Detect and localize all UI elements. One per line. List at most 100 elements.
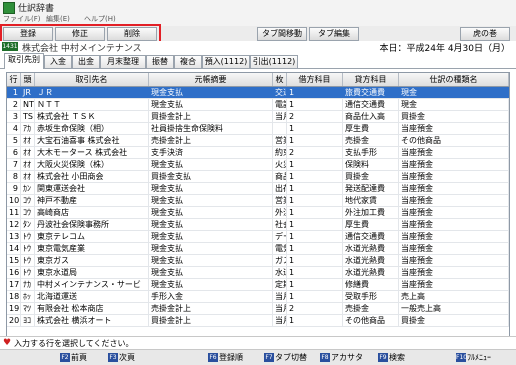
table-row[interactable]: 20ﾖｺ株式会社 横浜オート買掛金計上当月仕入高1その他商品買掛金 — [7, 315, 509, 327]
table-row[interactable]: 6ｵｵ大木モータース 株式会社支手決済約束手形2支払手形当座預金 — [7, 147, 509, 159]
col-type: 仕訳の種類名 — [399, 73, 509, 86]
table-row[interactable]: 11ｺｳ高崎商店現金支払外注加工費1外注加工費当座預金 — [7, 207, 509, 219]
cell-row: 12 — [9, 219, 21, 230]
cell-head: ﾄｳ — [21, 231, 35, 242]
cell-head: ｵｵ — [21, 147, 35, 158]
cell-head: ｵｵ — [21, 171, 35, 182]
function-key-bar: F2 前頁 F3 次頁 F6 登録順 F7 タブ切替 F8 アカサタ F9 検索 F10ﾌﾙ… — [0, 349, 516, 365]
fkey-prev-page[interactable]: F2 前頁 — [60, 352, 87, 363]
table-row[interactable]: 18ﾎｯ北海道運送手形入金当月売上高1受取手形売上高 — [7, 291, 509, 303]
tab-compound[interactable]: 複合 — [174, 55, 202, 68]
cell-credit: その他商品 — [343, 315, 399, 326]
company-badge: 1431 — [2, 42, 18, 51]
table-row[interactable]: 17ﾅｶ中村メインテナンス・サービ現金支払定期保守料1修繕費当座預金 — [7, 279, 509, 291]
cell-debit: 1 — [287, 243, 343, 254]
cell-debit: 1 — [287, 267, 343, 278]
tab-transfer[interactable]: 振替 — [146, 55, 174, 68]
cell-count: データ通信費 — [273, 231, 287, 242]
app-icon — [3, 2, 15, 14]
cell-head: ｶﾝ — [21, 183, 35, 194]
cell-credit: 受取手形 — [343, 291, 399, 302]
cell-summary: 現金支払 — [149, 207, 273, 218]
tab-bank-out[interactable]: 引出(1112) — [250, 55, 298, 68]
table-row[interactable]: 14ﾄｳ東京電気産業現金支払電気代1水道光熱費当座預金 — [7, 243, 509, 255]
cell-debit: 1 — [287, 279, 343, 290]
table-row[interactable]: 15ﾄｳ東京ガス現金支払ガス代1水道光熱費当座預金 — [7, 255, 509, 267]
cell-partner: 株式会社 ＴＳＫ — [35, 111, 149, 122]
fkey-tab-switch[interactable]: F7 タブ切替 — [264, 352, 307, 363]
cell-count: 火災保険料 — [273, 159, 287, 170]
fkey-kana-index[interactable]: F8 アカサタ — [320, 352, 363, 363]
menu-help[interactable]: ヘルプ(H) — [84, 14, 116, 24]
cell-partner: ＮＴＴ — [35, 99, 149, 110]
table-row[interactable]: 16ﾄｳ東京水道局現金支払水道料1水道光熱費当座預金 — [7, 267, 509, 279]
cell-credit: 水道光熱費 — [343, 255, 399, 266]
cell-count: 約束手形 — [273, 147, 287, 158]
cell-summary: 買掛金計上 — [149, 111, 273, 122]
cell-row: 14 — [9, 243, 21, 254]
cell-count — [273, 123, 287, 134]
cell-count: 定期保守料 — [273, 279, 287, 290]
tab-move-button[interactable]: タブ間移動 — [257, 27, 307, 41]
col-row: 行 — [7, 73, 21, 86]
table-row[interactable]: 4 ｱｶ 赤坂生命保険（相） 社員掛捨生命保険料 1 厚生費 当座預金 — [7, 123, 509, 135]
table-row[interactable]: 9ｶﾝ関東運送会社現金支払出荷運賃1発送配達費当座預金 — [7, 183, 509, 195]
table-row[interactable]: 2NTＮＴＴ現金支払電話代1通信交通費現金 — [7, 99, 509, 111]
cell-head: TS — [21, 111, 35, 122]
cell-partner: 関東運送会社 — [35, 183, 149, 194]
cell-summary: 売掛金計上 — [149, 303, 273, 314]
fkey-next-page[interactable]: F3 次頁 — [108, 352, 135, 363]
cell-partner: 北海道運送 — [35, 291, 149, 302]
tab-by-partner[interactable]: 取引先別 — [4, 53, 44, 69]
cell-head: ﾎｯ — [21, 291, 35, 302]
cell-row: 1 — [7, 87, 21, 98]
cell-summary: 現金支払 — [149, 231, 273, 242]
table-row[interactable]: 8ｵｵ株式会社 小田商会買掛金支払商品仕入高1買掛金当座預金 — [7, 171, 509, 183]
table-row[interactable]: 7ｵｵ大阪火災保険（株）現金支払火災保険料1保険料当座預金 — [7, 159, 509, 171]
window-title: 仕訳辞書 — [18, 4, 55, 14]
tab-deposit[interactable]: 入金 — [44, 55, 72, 68]
table-row[interactable]: 5ｵｵ大宝石油喜事 株式会社売掛金計上営業収入1売掛金その他商品 — [7, 135, 509, 147]
tab-month-end[interactable]: 月末整理 — [100, 55, 146, 68]
cell-credit: 厚生費 — [343, 123, 399, 134]
tab-edit-button[interactable]: タブ編集 — [309, 27, 359, 41]
cell-debit: 1 — [287, 219, 343, 230]
cell-debit: 2 — [287, 147, 343, 158]
tab-withdrawal[interactable]: 出金 — [72, 55, 100, 68]
cell-debit: 2 — [287, 111, 343, 122]
fkey-register-order[interactable]: F6 登録順 — [208, 352, 243, 363]
table-row[interactable]: 10ｺｳ神戸不動産現金支払営業所家賃1地代家賃当座預金 — [7, 195, 509, 207]
cell-credit: 通信交通費 — [343, 99, 399, 110]
cell-credit: 水道光熱費 — [343, 243, 399, 254]
cell-debit: 1 — [287, 87, 343, 98]
cell-count: ガス代 — [273, 255, 287, 266]
cell-type: その他商品 — [399, 135, 509, 146]
cell-credit: 支払手形 — [343, 147, 399, 158]
cell-row: 19 — [9, 303, 21, 314]
fkey-search[interactable]: F9 検索 — [378, 352, 405, 363]
cell-credit: 外注加工費 — [343, 207, 399, 218]
heart-icon: ♥ — [3, 338, 12, 348]
menu-edit[interactable]: 編集(E) — [46, 14, 70, 24]
guide-button[interactable]: 虎の巻 — [460, 27, 510, 41]
cell-credit: 発送配達費 — [343, 183, 399, 194]
cell-row: 9 — [7, 183, 21, 194]
table-row[interactable]: 3TS株式会社 ＴＳＫ買掛金計上当月仕入高2商品仕入高買掛金 — [7, 111, 509, 123]
table-row[interactable]: 13ﾄｳ東京テレコム現金支払データ通信費1通信交通費当座預金 — [7, 231, 509, 243]
menu-file[interactable]: ファイル(F) — [3, 14, 41, 24]
table-row[interactable]: 1JRＪＲ現金支払交通費1旅費交通費現金 — [7, 87, 509, 99]
fkey-full-menu[interactable]: F10ﾌﾙﾒﾆｭｰ — [456, 352, 491, 363]
cell-credit: 保険料 — [343, 159, 399, 170]
cell-type: 当座預金 — [399, 207, 509, 218]
cell-summary: 現金支払 — [149, 99, 273, 110]
cell-count: 外注加工費 — [273, 207, 287, 218]
cell-count: 出荷運賃 — [273, 183, 287, 194]
col-summary: 元帳摘要 — [149, 73, 273, 86]
tab-bank-in[interactable]: 預入(1112) — [202, 55, 250, 68]
cell-partner: 大阪火災保険（株） — [35, 159, 149, 170]
cell-type: 買掛金 — [399, 111, 509, 122]
cell-debit: 1 — [287, 99, 343, 110]
table-row[interactable]: 19ﾏﾂ有限会社 松本商店売掛金計上当月売上高2売掛金一般売上高 — [7, 303, 509, 315]
table-row[interactable]: 12ﾀﾝ丹波社会保険事務所現金支払社会保険料1厚生費当座預金 — [7, 219, 509, 231]
title-bar: 仕訳辞書 — [0, 0, 516, 15]
